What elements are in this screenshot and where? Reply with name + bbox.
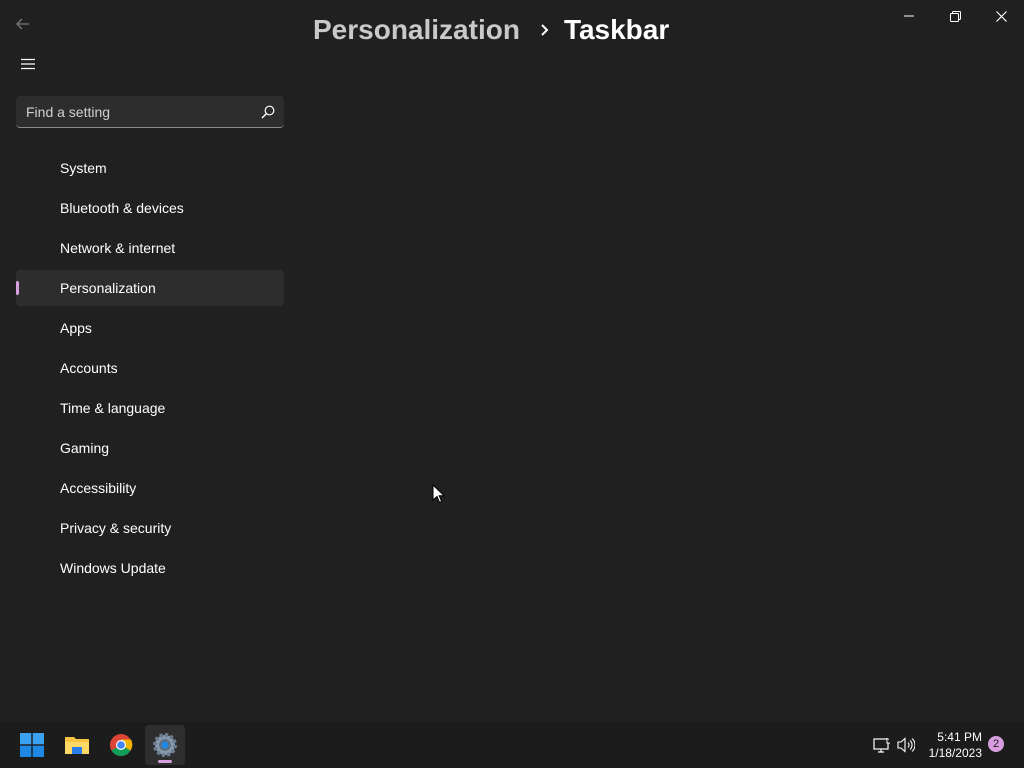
nav-item-time-language[interactable]: Time & language — [16, 390, 284, 426]
taskbar: 5:41 PM 1/18/2023 2 — [0, 722, 1024, 768]
network-tray-button[interactable] — [872, 735, 892, 755]
nav-item-label: Personalization — [60, 280, 156, 296]
network-icon — [873, 738, 890, 753]
search-box — [16, 96, 284, 128]
nav-item-label: Time & language — [60, 400, 166, 416]
selection-indicator — [16, 281, 19, 295]
nav-item-label: Accounts — [60, 360, 118, 376]
nav-item-label: Network & internet — [60, 240, 176, 256]
file-explorer-icon — [65, 737, 89, 754]
taskbar-chrome[interactable] — [101, 725, 141, 765]
nav-item-label: Windows Update — [60, 560, 166, 576]
nav-item-windows-update[interactable]: Windows Update — [16, 550, 284, 586]
nav-item-privacy-security[interactable]: Privacy & security — [16, 510, 284, 546]
nav-item-label: Apps — [60, 320, 92, 336]
breadcrumb: Personalization Taskbar — [313, 8, 669, 52]
notification-badge[interactable]: 2 — [988, 736, 1004, 752]
back-arrow-icon — [16, 18, 29, 30]
nav-item-network-internet[interactable]: Network & internet — [16, 230, 284, 266]
chevron-right-icon — [540, 23, 550, 37]
restore-icon — [949, 10, 961, 22]
volume-tray-button[interactable] — [896, 735, 916, 755]
close-icon — [995, 10, 1007, 22]
page-title: Taskbar — [563, 14, 670, 45]
nav-item-system[interactable]: System — [16, 150, 284, 186]
clock-date: 1/18/2023 — [928, 746, 982, 760]
minimize-icon — [904, 15, 914, 17]
hamburger-icon — [21, 58, 35, 70]
mouse-cursor-icon — [432, 483, 446, 509]
active-app-indicator — [158, 760, 172, 763]
taskbar-settings[interactable] — [145, 725, 185, 765]
nav-item-accounts[interactable]: Accounts — [16, 350, 284, 386]
breadcrumb-parent[interactable]: Personalization — [313, 14, 520, 46]
settings-window: Personalization Taskbar System Bl — [0, 0, 1024, 722]
back-button[interactable] — [8, 10, 38, 38]
search-icon[interactable] — [252, 105, 284, 119]
volume-icon — [897, 737, 915, 753]
nav-item-gaming[interactable]: Gaming — [16, 430, 284, 466]
start-button[interactable] — [12, 725, 52, 765]
chrome-icon — [110, 734, 133, 756]
minimize-button[interactable] — [886, 0, 932, 32]
settings-icon — [153, 733, 177, 757]
nav-item-label: Privacy & security — [60, 520, 172, 536]
nav-item-personalization[interactable]: Personalization — [16, 270, 284, 306]
nav-item-accessibility[interactable]: Accessibility — [16, 470, 284, 506]
nav-list: System Bluetooth & devices Network & int… — [16, 150, 284, 590]
close-button[interactable] — [978, 0, 1024, 32]
search-input[interactable] — [16, 102, 252, 121]
nav-item-bluetooth-devices[interactable]: Bluetooth & devices — [16, 190, 284, 226]
nav-item-apps[interactable]: Apps — [16, 310, 284, 346]
taskbar-file-explorer[interactable] — [57, 725, 97, 765]
restore-button[interactable] — [932, 0, 978, 32]
clock-time: 5:41 PM — [937, 730, 982, 744]
nav-item-label: System — [60, 160, 107, 176]
nav-item-label: Accessibility — [60, 480, 137, 496]
taskbar-clock[interactable]: 5:41 PM 1/18/2023 — [920, 729, 982, 761]
start-icon — [20, 733, 44, 757]
nav-item-label: Bluetooth & devices — [60, 200, 184, 216]
nav-item-label: Gaming — [60, 440, 110, 456]
navigation-menu-button[interactable] — [12, 48, 44, 80]
